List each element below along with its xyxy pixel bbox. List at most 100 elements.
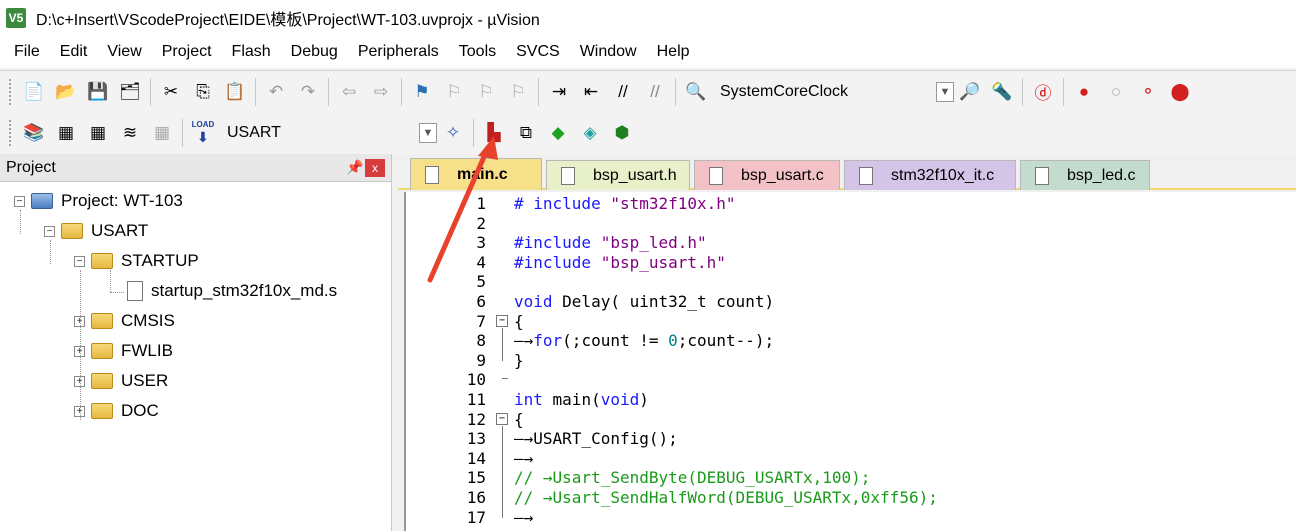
tree-item[interactable]: + DOC bbox=[74, 396, 159, 426]
select-packs-icon[interactable]: ⧉ bbox=[510, 117, 542, 149]
tree-item[interactable]: + CMSIS bbox=[74, 306, 175, 336]
indent-icon[interactable]: ⇥ bbox=[543, 76, 575, 108]
tree-line bbox=[110, 292, 124, 293]
kill-all-breakpoints-icon[interactable]: ⬤ bbox=[1164, 76, 1196, 108]
find-icon[interactable]: 🔎 bbox=[954, 76, 986, 108]
tree-item[interactable]: startup_stm32f10x_md.s bbox=[104, 276, 337, 306]
pack-installer-icon[interactable]: ◈ bbox=[574, 117, 606, 149]
folder-icon bbox=[91, 313, 113, 329]
code-token: "bsp_usart.h" bbox=[600, 252, 726, 272]
target-combo[interactable]: USART bbox=[219, 120, 415, 146]
separator bbox=[1022, 77, 1023, 106]
next-bookmark-icon[interactable]: ⚐ bbox=[470, 76, 502, 108]
uncomment-icon[interactable]: // bbox=[639, 76, 671, 108]
disable-all-breakpoints-icon[interactable]: ⚬ bbox=[1132, 76, 1164, 108]
code-text: // →Usart_SendByte(DEBUG_USARTx,100); bbox=[514, 468, 870, 487]
chevron-down-icon[interactable]: ▼ bbox=[419, 123, 437, 143]
tree-item[interactable]: − STARTUP bbox=[74, 246, 199, 276]
tree-item-label: USART bbox=[91, 221, 149, 240]
menu-tools[interactable]: Tools bbox=[449, 43, 506, 61]
prev-bookmark-icon[interactable]: ⚐ bbox=[438, 76, 470, 108]
tab-bsp-usart-h[interactable]: bsp_usart.h bbox=[546, 160, 690, 190]
close-icon[interactable]: x bbox=[365, 158, 385, 177]
redo-icon[interactable]: ↷ bbox=[292, 76, 324, 108]
separator bbox=[150, 77, 151, 106]
menu-help[interactable]: Help bbox=[647, 43, 700, 61]
bookmark-icon[interactable]: ⚑ bbox=[406, 76, 438, 108]
menu-window[interactable]: Window bbox=[570, 43, 647, 61]
menu-project[interactable]: Project bbox=[152, 43, 222, 61]
fold-toggle-icon[interactable]: − bbox=[496, 314, 508, 327]
editor-area: main.c bsp_usart.h bsp_usart.c stm32f10x_it… bbox=[398, 154, 1296, 531]
code-token: —→ bbox=[514, 507, 534, 527]
translate-icon[interactable]: 📚 bbox=[18, 117, 50, 149]
code-editor[interactable]: 1 # include "stm32f10x.h" 2 3 #include "bsp_… bbox=[404, 192, 1296, 531]
code-text: —→USART_Config(); bbox=[514, 429, 678, 448]
code-token: void bbox=[600, 390, 640, 409]
tree-item[interactable]: − Project: WT-103 bbox=[14, 186, 183, 216]
menu-edit[interactable]: Edit bbox=[50, 43, 98, 61]
separator bbox=[1063, 77, 1064, 106]
incremental-find-icon[interactable]: 🔦 bbox=[986, 76, 1018, 108]
toolbar-grip[interactable] bbox=[8, 77, 12, 106]
menu-debug[interactable]: Debug bbox=[281, 43, 348, 61]
copy-icon[interactable]: ⎘ bbox=[187, 76, 219, 108]
target-folder-icon bbox=[61, 223, 83, 239]
comment-icon[interactable]: // bbox=[607, 76, 639, 108]
line-number: 7 bbox=[476, 311, 486, 331]
debug-session-icon[interactable]: ⓓ bbox=[1027, 76, 1059, 108]
tree-item[interactable]: − USART bbox=[44, 216, 148, 246]
tree-item[interactable]: + FWLIB bbox=[74, 336, 173, 366]
menu-view[interactable]: View bbox=[97, 43, 151, 61]
collapse-icon[interactable]: − bbox=[74, 255, 85, 267]
breakpoint-icon[interactable]: ● bbox=[1068, 76, 1100, 108]
find-in-files-icon[interactable]: 🔍 bbox=[680, 76, 712, 108]
disable-breakpoint-icon[interactable]: ○ bbox=[1100, 76, 1132, 108]
collapse-icon[interactable]: − bbox=[44, 225, 55, 237]
clear-bookmarks-icon[interactable]: ⚐ bbox=[502, 76, 534, 108]
line-number: 15 bbox=[466, 468, 486, 488]
tab-label: bsp_led.c bbox=[1067, 166, 1136, 184]
save-icon[interactable]: 💾 bbox=[82, 76, 114, 108]
tree-line bbox=[50, 240, 51, 264]
tree-item[interactable]: + USER bbox=[74, 366, 168, 396]
pin-icon[interactable]: 📌 bbox=[345, 159, 365, 176]
collapse-icon[interactable]: − bbox=[14, 195, 25, 207]
download-icon[interactable]: LOAD ⬇ bbox=[187, 117, 219, 149]
chevron-down-icon[interactable]: ▼ bbox=[936, 81, 954, 102]
build-icon[interactable]: ▦ bbox=[50, 117, 82, 149]
code-text: —→for(;count != 0;count--); bbox=[514, 331, 774, 350]
nav-forward-icon[interactable]: ⇨ bbox=[365, 76, 397, 108]
paste-icon[interactable]: 📋 bbox=[219, 76, 251, 108]
cut-icon[interactable]: ✂ bbox=[155, 76, 187, 108]
tab-stm32f10x-it-c[interactable]: stm32f10x_it.c bbox=[844, 160, 1016, 190]
tab-bsp-usart-c[interactable]: bsp_usart.c bbox=[694, 160, 840, 190]
undo-icon[interactable]: ↶ bbox=[260, 76, 292, 108]
stop-build-icon[interactable]: ▦ bbox=[146, 117, 178, 149]
code-line: 2 bbox=[406, 214, 1296, 234]
nav-back-icon[interactable]: ⇦ bbox=[333, 76, 365, 108]
unindent-icon[interactable]: ⇤ bbox=[575, 76, 607, 108]
options-for-target-icon[interactable]: ✧ bbox=[437, 117, 469, 149]
line-number: 17 bbox=[466, 507, 486, 527]
manage-run-time-icon[interactable]: ◆ bbox=[542, 117, 574, 149]
component-icon[interactable]: ⬢ bbox=[606, 117, 638, 149]
menu-flash[interactable]: Flash bbox=[222, 43, 281, 61]
code-text: #include "bsp_usart.h" bbox=[514, 253, 726, 272]
manage-project-items-icon[interactable]: ▙ bbox=[478, 117, 510, 149]
code-text: void Delay( uint32_t count) bbox=[514, 292, 774, 311]
menu-file[interactable]: File bbox=[4, 43, 50, 61]
tab-bsp-led-c[interactable]: bsp_led.c bbox=[1020, 160, 1150, 190]
batch-build-icon[interactable]: ≋ bbox=[114, 117, 146, 149]
tab-main-c[interactable]: main.c bbox=[410, 158, 542, 190]
code-text: #include "bsp_led.h" bbox=[514, 233, 707, 252]
menu-peripherals[interactable]: Peripherals bbox=[348, 43, 449, 61]
toolbar-grip[interactable] bbox=[8, 119, 12, 147]
find-combo[interactable]: SystemCoreClock bbox=[712, 79, 932, 105]
menu-svcs[interactable]: SVCS bbox=[506, 43, 570, 61]
save-all-icon[interactable]: 🗂 bbox=[114, 76, 146, 108]
open-file-icon[interactable]: 📂 bbox=[50, 76, 82, 108]
rebuild-icon[interactable]: ▦ bbox=[82, 117, 114, 149]
fold-toggle-icon[interactable]: − bbox=[496, 412, 508, 425]
new-file-icon[interactable]: 📄 bbox=[18, 76, 50, 108]
